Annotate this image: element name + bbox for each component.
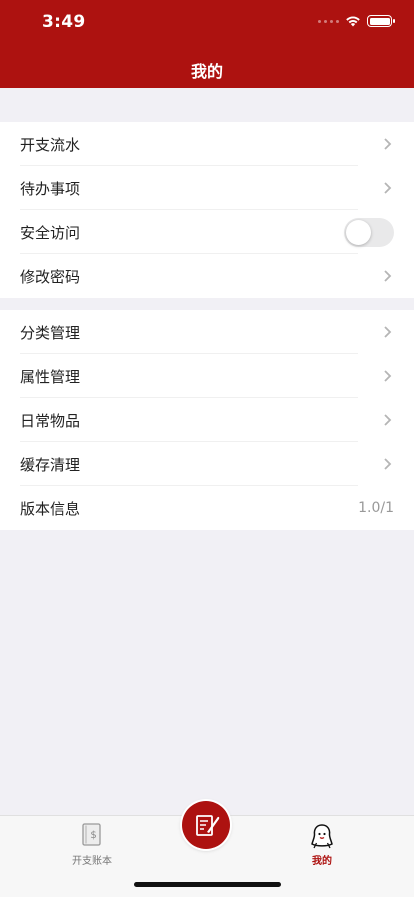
secure-access-toggle[interactable] — [344, 218, 394, 247]
home-indicator — [134, 882, 281, 887]
status-time: 3:49 — [42, 12, 86, 32]
row-cache-clear[interactable]: 缓存清理 — [0, 442, 414, 486]
page-title: 我的 — [190, 62, 223, 81]
row-label: 版本信息 — [20, 499, 81, 518]
wifi-icon — [345, 15, 361, 27]
tab-label: 开支账本 — [72, 856, 112, 867]
row-label: 开支流水 — [20, 135, 81, 154]
chevron-right-icon — [384, 458, 392, 470]
row-version-info: 版本信息 1.0/1 — [0, 486, 414, 530]
row-label: 属性管理 — [20, 367, 81, 386]
row-expense-flow[interactable]: 开支流水 — [0, 122, 414, 166]
tab-label: 我的 — [312, 856, 332, 867]
row-label: 日常物品 — [20, 411, 81, 430]
row-label: 分类管理 — [20, 323, 81, 342]
settings-group-2: 分类管理 属性管理 日常物品 缓存清理 版本信息 1.0/1 — [0, 310, 414, 530]
chevron-right-icon — [384, 270, 392, 282]
chevron-right-icon — [384, 182, 392, 194]
row-label: 修改密码 — [20, 267, 81, 286]
person-icon — [272, 822, 372, 850]
chevron-right-icon — [384, 370, 392, 382]
row-category-management[interactable]: 分类管理 — [0, 310, 414, 354]
row-label: 缓存清理 — [20, 455, 81, 474]
tab-expense-ledger[interactable]: $ 开支账本 — [42, 816, 142, 867]
row-label: 待办事项 — [20, 179, 81, 198]
row-todo[interactable]: 待办事项 — [0, 166, 414, 210]
row-secure-access: 安全访问 — [0, 210, 414, 254]
row-daily-items[interactable]: 日常物品 — [0, 398, 414, 442]
chevron-right-icon — [384, 414, 392, 426]
navigation-header: 3:49 我的 — [0, 0, 414, 88]
svg-text:$: $ — [90, 830, 96, 841]
chevron-right-icon — [384, 138, 392, 150]
edit-note-icon — [196, 815, 220, 836]
battery-icon — [367, 15, 395, 27]
ledger-book-icon: $ — [42, 822, 142, 850]
toggle-knob — [346, 220, 371, 245]
cellular-signal-icon — [318, 19, 339, 23]
row-attribute-management[interactable]: 属性管理 — [0, 354, 414, 398]
status-icons — [318, 15, 395, 27]
chevron-right-icon — [384, 326, 392, 338]
version-value: 1.0/1 — [358, 500, 394, 516]
add-record-button[interactable] — [182, 801, 230, 849]
row-change-password[interactable]: 修改密码 — [0, 254, 414, 298]
row-label: 安全访问 — [20, 223, 81, 242]
tab-mine[interactable]: 我的 — [272, 816, 372, 867]
settings-group-1: 开支流水 待办事项 安全访问 修改密码 — [0, 122, 414, 298]
